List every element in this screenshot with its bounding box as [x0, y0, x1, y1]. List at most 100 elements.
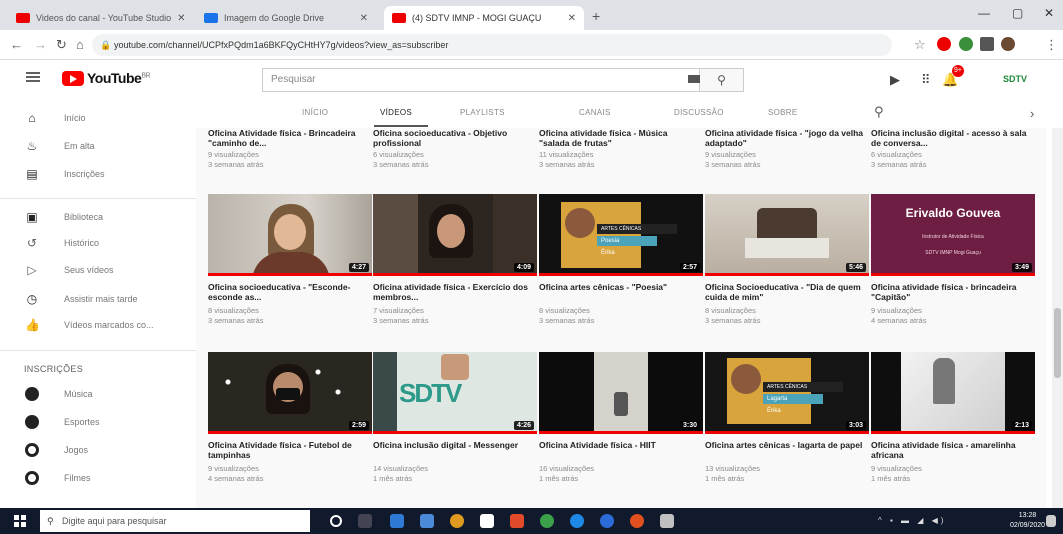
- bookmark-star-icon[interactable]: ☆: [914, 37, 926, 53]
- watch-progress-bar: [539, 431, 703, 434]
- sidebar-item-movies[interactable]: Filmes: [0, 465, 196, 491]
- upload-age: 3 semanas atrás: [539, 160, 595, 169]
- video-title[interactable]: Oficina atividade física - Exercício dos…: [373, 282, 533, 302]
- video-title[interactable]: Oficina atividade física - Música "salad…: [539, 128, 699, 148]
- tab-about[interactable]: SOBRE: [768, 108, 798, 117]
- close-tab-icon[interactable]: ✕: [568, 13, 576, 24]
- view-count: 9 visualizações: [208, 464, 259, 473]
- system-tray-icons[interactable]: ^ ▪ ▬ ◢ ◀): [878, 516, 946, 525]
- extension-icon[interactable]: [959, 37, 973, 51]
- video-title[interactable]: Oficina Atividade física - HIIT: [539, 440, 699, 450]
- video-thumbnail[interactable]: 5:46: [705, 194, 869, 276]
- video-thumbnail[interactable]: 4:27: [208, 194, 372, 276]
- windows-start-icon[interactable]: [14, 515, 26, 527]
- sidebar-item-your-videos[interactable]: ▷ Seus vídeos: [0, 257, 196, 283]
- url-field[interactable]: 🔒 youtube.com/channel/UCPfxPQdm1a6BKFQyC…: [92, 34, 892, 56]
- tab-discussion[interactable]: DISCUSSÃO: [674, 108, 724, 117]
- task-view-icon[interactable]: [358, 514, 372, 528]
- home-button-icon[interactable]: ⌂: [76, 37, 84, 52]
- forward-icon[interactable]: →: [34, 37, 47, 52]
- browser-app-icon[interactable]: [570, 514, 584, 528]
- video-title[interactable]: Oficina Atividade física - Futebol de ta…: [208, 440, 368, 460]
- taskbar-search-input[interactable]: ⚲ Digite aqui para pesquisar: [40, 510, 310, 532]
- video-title[interactable]: Oficina socioeducativa - Objetivo profis…: [373, 128, 533, 148]
- opera-extension-icon[interactable]: [937, 37, 951, 51]
- search-button[interactable]: ⚲: [700, 68, 744, 92]
- store-icon[interactable]: [480, 514, 494, 528]
- keyboard-icon[interactable]: [688, 75, 700, 83]
- close-tab-icon[interactable]: ✕: [177, 13, 185, 24]
- app-icon[interactable]: [600, 514, 614, 528]
- view-count: 9 visualizações: [705, 150, 756, 159]
- settings-app-icon[interactable]: [660, 514, 674, 528]
- browser-tab-channel[interactable]: (4) SDTV IMNP - MOGI GUAÇU ✕: [384, 6, 584, 30]
- channel-search-icon[interactable]: ⚲: [874, 104, 884, 120]
- close-tab-icon[interactable]: ✕: [360, 13, 368, 24]
- sidebar-item-subscriptions[interactable]: ▤ Inscrições: [0, 161, 196, 187]
- sidebar-item-gaming[interactable]: Jogos: [0, 437, 196, 463]
- video-thumbnail[interactable]: 4:09: [373, 194, 537, 276]
- scrollbar-thumb[interactable]: [1054, 308, 1061, 378]
- browser-tab-drive[interactable]: Imagem do Google Drive ✕: [196, 6, 376, 30]
- video-title[interactable]: Oficina atividade física - "jogo da velh…: [705, 128, 865, 148]
- video-title[interactable]: Oficina inclusão digital - acesso à sala…: [871, 128, 1031, 148]
- back-icon[interactable]: ←: [10, 37, 23, 52]
- video-thumbnail[interactable]: ARTES CÊNICAS Poesia Érika 2:57: [539, 194, 703, 276]
- video-camera-icon[interactable]: ▶: [890, 72, 900, 88]
- sidebar-item-library[interactable]: ▣ Biblioteca: [0, 204, 196, 230]
- puzzle-extension-icon[interactable]: [980, 37, 994, 51]
- video-thumbnail[interactable]: ARTES CÊNICAS Lagarta Érika 3:03: [705, 352, 869, 434]
- office-icon[interactable]: [510, 514, 524, 528]
- video-title[interactable]: Oficina atividade física - brincadeira "…: [871, 282, 1031, 302]
- video-title[interactable]: Oficina inclusão digital - Messenger: [373, 440, 533, 450]
- tab-channels[interactable]: CANAIS: [579, 108, 611, 117]
- browser-tab-studio[interactable]: Videos do canal - YouTube Studio ✕: [8, 6, 188, 30]
- tab-home[interactable]: INÍCIO: [302, 108, 328, 117]
- firefox-icon[interactable]: [630, 514, 644, 528]
- browser-menu-icon[interactable]: ⋮: [1045, 37, 1058, 53]
- video-title[interactable]: Oficina artes cênicas - "Poesia": [539, 282, 699, 292]
- new-tab-icon[interactable]: +: [592, 8, 600, 24]
- close-window-icon[interactable]: ✕: [1044, 6, 1054, 20]
- search-input[interactable]: Pesquisar: [262, 68, 700, 92]
- home-icon: ⌂: [28, 111, 36, 125]
- page-scrollbar[interactable]: [1052, 128, 1063, 508]
- video-thumbnail[interactable]: SDTV 4:26: [373, 352, 537, 434]
- hamburger-icon[interactable]: [26, 72, 40, 82]
- chevron-right-icon[interactable]: ›: [1030, 106, 1034, 121]
- cortana-icon[interactable]: [330, 515, 342, 527]
- video-title[interactable]: Oficina artes cênicas - lagarta de papel: [705, 440, 865, 450]
- sidebar-item-sports[interactable]: Esportes: [0, 409, 196, 435]
- chrome-icon[interactable]: [450, 514, 464, 528]
- sidebar-item-watch-later[interactable]: ◷ Assistir mais tarde: [0, 286, 196, 312]
- edge-icon[interactable]: [390, 514, 404, 528]
- sidebar-item-home[interactable]: ⌂ Início: [0, 105, 196, 131]
- sidebar-item-trending[interactable]: ♨ Em alta: [0, 133, 196, 159]
- video-title[interactable]: Oficina Socioeducativa - "Dia de quem cu…: [705, 282, 865, 302]
- sidebar-item-liked[interactable]: 👍 Vídeos marcados co...: [0, 312, 196, 338]
- video-thumbnail[interactable]: 2:59: [208, 352, 372, 434]
- video-thumbnail[interactable]: 2:13: [871, 352, 1035, 434]
- maximize-icon[interactable]: ▢: [1012, 6, 1023, 20]
- apps-grid-icon[interactable]: ⠿: [921, 72, 931, 88]
- sidebar-item-music[interactable]: Música: [0, 381, 196, 407]
- video-thumbnail[interactable]: 3:30: [539, 352, 703, 434]
- youtube-logo[interactable]: YouTubeBR: [62, 70, 151, 86]
- taskbar-clock[interactable]: 13:28 02/09/2020: [1010, 511, 1045, 531]
- reload-icon[interactable]: ↻: [56, 37, 67, 53]
- notifications-icon[interactable]: [1046, 515, 1056, 527]
- video-title[interactable]: Oficina Atividade física - Brincadeira "…: [208, 128, 368, 148]
- channel-tabs: INÍCIO VÍDEOS PLAYLISTS CANAIS DISCUSSÃO…: [196, 98, 1063, 128]
- sidebar-item-label: Em alta: [64, 141, 95, 151]
- whatsapp-icon[interactable]: [540, 514, 554, 528]
- video-title[interactable]: Oficina socioeducativa - "Esconde-escond…: [208, 282, 368, 302]
- account-avatar[interactable]: SDTV: [1003, 74, 1027, 84]
- minimize-icon[interactable]: —: [978, 6, 990, 20]
- video-title[interactable]: Oficina atividade física - amarelinha af…: [871, 440, 1031, 460]
- sidebar-item-history[interactable]: ↺ Histórico: [0, 230, 196, 256]
- tab-videos[interactable]: VÍDEOS: [380, 108, 412, 117]
- video-thumbnail[interactable]: Erivaldo Gouvea Instrutor de Atividade F…: [871, 194, 1035, 276]
- tab-playlists[interactable]: PLAYLISTS: [460, 108, 505, 117]
- profile-avatar-icon[interactable]: [1001, 37, 1015, 51]
- file-explorer-icon[interactable]: [420, 514, 434, 528]
